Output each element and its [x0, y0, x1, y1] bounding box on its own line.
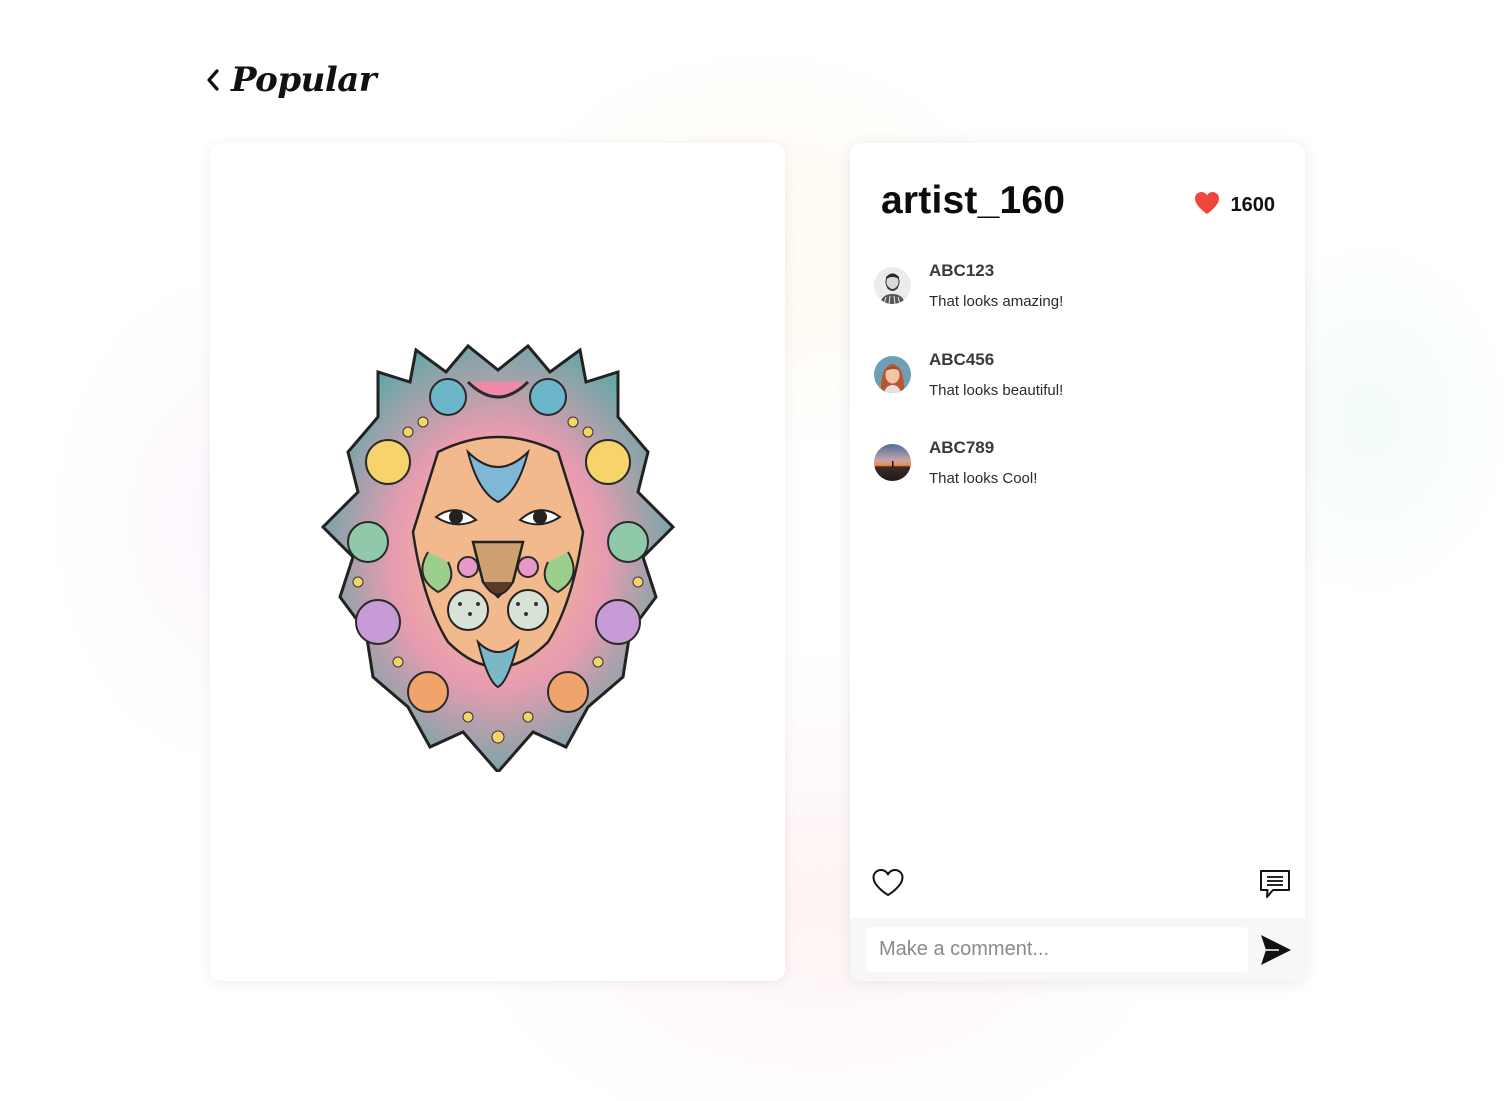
chevron-left-icon — [205, 66, 223, 94]
comment-input[interactable] — [866, 927, 1248, 972]
send-button[interactable] — [1259, 933, 1293, 967]
heart-filled-icon — [1193, 190, 1221, 221]
comment-item: ABC456 That looks beautiful! — [874, 350, 1274, 439]
back-button[interactable]: Popular — [205, 60, 377, 100]
comment-item: ABC123 That looks amazing! — [874, 261, 1274, 350]
page-title: Popular — [231, 60, 377, 100]
comment-text: That looks beautiful! — [929, 381, 1064, 399]
avatar[interactable] — [874, 267, 911, 304]
comment-username[interactable]: ABC456 — [929, 350, 994, 370]
like-count-badge: 1600 — [1193, 190, 1276, 221]
avatar[interactable] — [874, 355, 911, 393]
comment-list: ABC123 That looks amazing! ABC456 That l… — [874, 261, 1274, 527]
artist-name[interactable]: artist_160 — [881, 179, 1065, 223]
post-detail-card: artist_160 1600 ABC123 That looks amazin… — [850, 143, 1305, 981]
comment-button[interactable] — [1258, 868, 1292, 900]
comment-username[interactable]: ABC123 — [929, 261, 994, 281]
comment-bubble-icon — [1260, 870, 1290, 898]
send-icon — [1261, 935, 1291, 965]
comment-text: That looks amazing! — [929, 293, 1064, 310]
comment-text: That looks Cool! — [929, 470, 1038, 487]
heart-outline-icon — [872, 868, 904, 897]
like-count: 1600 — [1230, 194, 1276, 216]
like-button[interactable] — [871, 868, 905, 898]
lion-artwork-image — [320, 343, 675, 772]
comment-composer — [850, 918, 1305, 981]
avatar[interactable] — [874, 444, 911, 481]
comment-username[interactable]: ABC789 — [929, 438, 994, 458]
artwork-card — [210, 143, 785, 981]
comment-item: ABC789 That looks Cool! — [874, 438, 1274, 527]
